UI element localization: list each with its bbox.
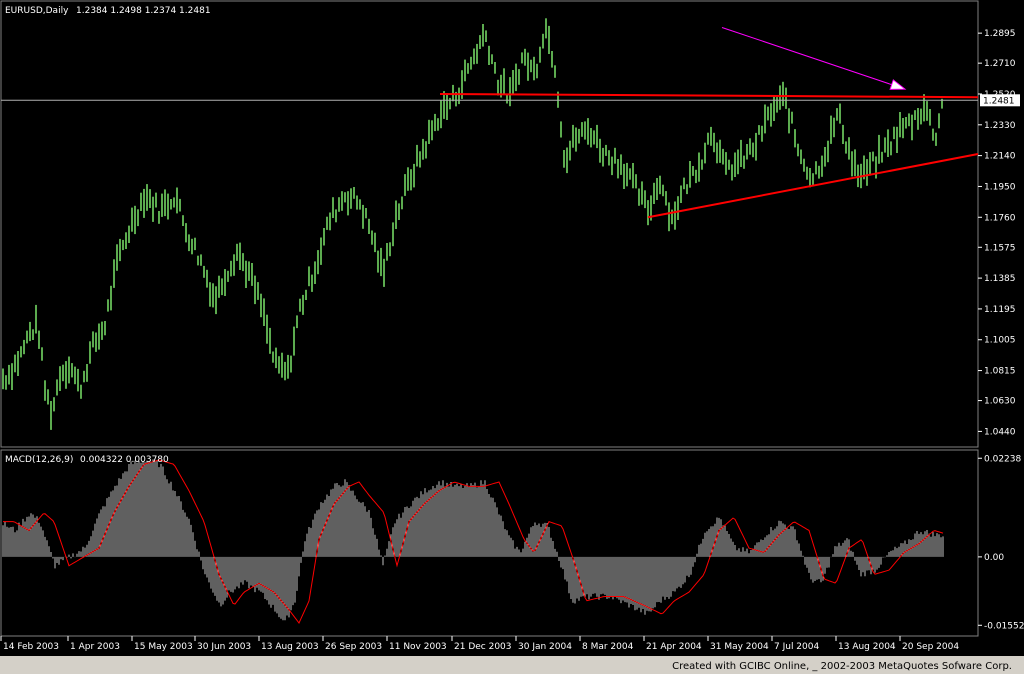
last-price-label: 1.2481	[983, 96, 1015, 106]
price-tick-label: 1.2140	[984, 152, 1016, 162]
price-tick-label: 1.0630	[984, 397, 1016, 407]
price-tick-label: 1.1005	[984, 336, 1016, 346]
time-tick-label: 15 May 2003	[134, 642, 193, 652]
price-tick-label: 1.1385	[984, 274, 1016, 284]
macd-tick-label: -0.01552	[984, 621, 1024, 631]
time-tick-label: 26 Sep 2003	[325, 642, 382, 652]
time-tick-label: 8 Mar 2004	[582, 642, 634, 652]
price-tick-label: 1.2710	[984, 59, 1016, 69]
chart-title: EURUSD,Daily	[5, 6, 69, 16]
time-tick-label: 31 May 2004	[710, 642, 769, 652]
time-tick-label: 7 Jul 2004	[774, 642, 819, 652]
macd-values: 0.004322 0.003780	[80, 455, 169, 465]
chart-background	[0, 0, 1024, 674]
time-tick-label: 20 Sep 2004	[902, 642, 959, 652]
footer-credit: Created with GCIBC Online, _ 2002-2003 M…	[672, 661, 1012, 672]
time-tick-label: 13 Aug 2003	[261, 642, 319, 652]
time-tick-label: 30 Jan 2004	[518, 642, 572, 652]
ohlc-header: 1.2384 1.2498 1.2374 1.2481	[76, 6, 211, 16]
time-tick-label: 30 Jun 2003	[197, 642, 251, 652]
price-tick-label: 1.0440	[984, 427, 1016, 437]
macd-tick-label: 0.00	[984, 553, 1004, 563]
time-tick-label: 14 Feb 2003	[3, 642, 59, 652]
time-tick-label: 21 Apr 2004	[646, 642, 702, 652]
price-tick-label: 1.2330	[984, 121, 1016, 131]
price-tick-label: 1.1575	[984, 243, 1016, 253]
macd-tick-label: 0.02238	[984, 454, 1021, 464]
macd-title: MACD(12,26,9)	[5, 455, 73, 465]
price-tick-label: 1.2895	[984, 29, 1016, 39]
time-tick-label: 1 Apr 2003	[70, 642, 120, 652]
price-tick-label: 1.1195	[984, 305, 1016, 315]
time-tick-label: 13 Aug 2004	[838, 642, 896, 652]
price-tick-label: 1.0815	[984, 367, 1016, 377]
time-tick-label: 21 Dec 2003	[454, 642, 512, 652]
chart-window: 1.28951.27101.25201.23301.21401.19501.17…	[0, 0, 1024, 674]
time-tick-label: 11 Nov 2003	[389, 642, 447, 652]
price-tick-label: 1.1950	[984, 182, 1016, 192]
price-tick-label: 1.1760	[984, 213, 1016, 223]
